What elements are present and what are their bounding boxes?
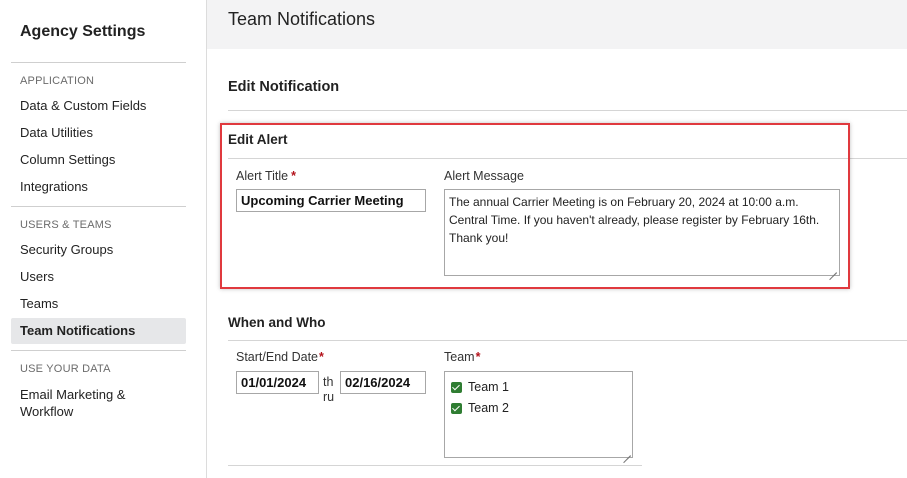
edit-notification-title: Edit Notification (228, 79, 340, 95)
section-heading-use-your-data: USE YOUR DATA (20, 363, 111, 375)
divider (228, 158, 907, 159)
sidebar-item-column-settings[interactable]: Column Settings (11, 152, 186, 168)
divider (228, 340, 907, 341)
alert-message-label: Alert Message (444, 169, 524, 183)
required-marker: * (319, 350, 324, 364)
team-label-text: Team (444, 350, 475, 364)
sidebar-title: Agency Settings (20, 23, 146, 40)
team-label: Team* (444, 350, 480, 364)
divider (11, 206, 186, 207)
sidebar-item-users[interactable]: Users (11, 269, 186, 285)
divider (228, 110, 907, 111)
date-label-text: Start/End Date (236, 350, 318, 364)
sidebar-item-email-marketing-workflow[interactable]: Email Marketing & Workflow (11, 386, 131, 420)
alert-title-label-text: Alert Title (236, 169, 289, 183)
team-option[interactable]: Team 1 (451, 380, 509, 394)
checkbox-checked-icon[interactable] (451, 381, 462, 393)
thru-label: th ru (323, 375, 334, 405)
sidebar-item-data-utilities[interactable]: Data Utilities (11, 125, 186, 141)
resize-grip-icon[interactable] (829, 265, 837, 273)
alert-title-input[interactable] (236, 189, 426, 212)
alert-title-label: Alert Title * (236, 169, 296, 183)
resize-grip-icon[interactable] (623, 448, 631, 456)
page-header: Team Notifications (207, 0, 907, 49)
start-date-input[interactable] (236, 371, 319, 394)
checkbox-checked-icon[interactable] (451, 402, 462, 414)
thru-label-line1: th (323, 375, 334, 389)
alert-message-textarea[interactable]: The annual Carrier Meeting is on Februar… (444, 189, 840, 276)
sidebar-item-integrations[interactable]: Integrations (11, 179, 186, 195)
when-who-title: When and Who (228, 315, 326, 330)
section-heading-users-teams: USERS & TEAMS (20, 219, 112, 231)
divider (11, 350, 186, 351)
team-option[interactable]: Team 2 (451, 401, 509, 415)
sidebar-item-data-custom-fields[interactable]: Data & Custom Fields (11, 98, 186, 114)
section-heading-application: APPLICATION (20, 75, 95, 87)
end-date-input[interactable] (340, 371, 426, 394)
sidebar-item-security-groups[interactable]: Security Groups (11, 242, 186, 258)
team-option-label: Team 2 (468, 401, 509, 415)
required-marker: * (475, 350, 481, 364)
required-marker: * (291, 169, 296, 183)
divider (228, 465, 642, 466)
thru-label-line2: ru (323, 390, 335, 404)
team-option-label: Team 1 (468, 380, 509, 394)
sidebar-item-teams[interactable]: Teams (11, 296, 186, 312)
date-label: Start/End Date* (236, 350, 324, 364)
divider (11, 62, 186, 63)
team-select-list[interactable]: Team 1 Team 2 (444, 371, 633, 458)
sidebar: Agency Settings APPLICATION Data & Custo… (0, 0, 207, 478)
page-title: Team Notifications (228, 9, 376, 29)
edit-alert-title: Edit Alert (228, 132, 288, 147)
sidebar-item-team-notifications[interactable]: Team Notifications (11, 318, 186, 344)
